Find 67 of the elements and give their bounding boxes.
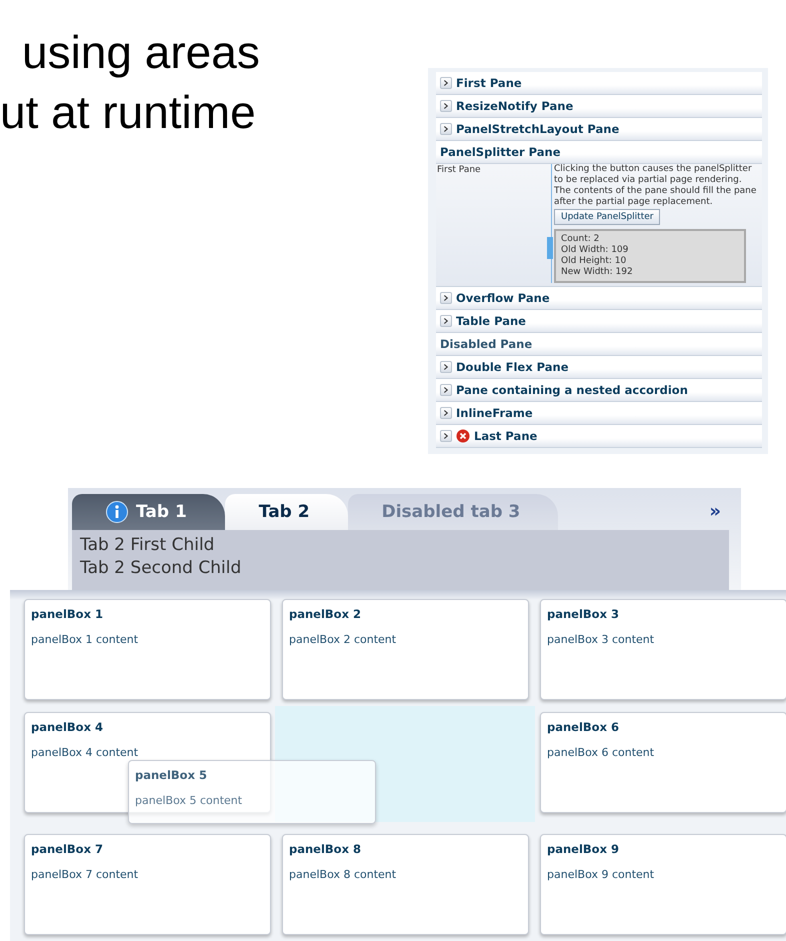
panel-box-content: panelBox 8 content: [289, 867, 398, 884]
expand-icon[interactable]: [440, 361, 452, 373]
pane-title: Last Pane: [474, 429, 538, 443]
expand-icon[interactable]: [440, 407, 452, 419]
panel-box-content: panelBox 6 content: [547, 745, 656, 762]
pane-title: Double Flex Pane: [456, 360, 568, 374]
splitter-handle[interactable]: [547, 237, 553, 259]
expand-icon[interactable]: [440, 100, 452, 112]
slide-heading-line: using areas: [21, 25, 261, 80]
panel-box-title: panelBox 5: [135, 767, 208, 784]
info-line: Old Height: 10: [561, 256, 628, 267]
expand-icon[interactable]: [440, 315, 452, 327]
description-text: Clicking the button causes the panelSplitter to be replaced via partial page rendering. The contents of the pane should fill the pane after the partial page replacement.: [554, 164, 758, 208]
accordion-header[interactable]: Last Pane: [436, 425, 762, 448]
expand-icon[interactable]: [440, 77, 452, 89]
panel-box-title: panelBox 9: [547, 841, 620, 858]
panel-box-title: panelBox 7: [31, 841, 104, 858]
accordion-header[interactable]: PanelSplitter Pane: [436, 141, 762, 164]
panel-box-title: panelBox 6: [547, 719, 620, 736]
pane-title: PanelStretchLayout Pane: [456, 122, 620, 136]
tab: Disabled tab 3: [348, 494, 558, 530]
accordion-header[interactable]: First Pane: [436, 72, 762, 95]
tab[interactable]: Tab 2: [224, 494, 348, 530]
slide-heading-line: ut at runtime: [0, 85, 257, 140]
panel-box-content: panelBox 2 content: [289, 632, 398, 648]
expand-icon[interactable]: [440, 430, 452, 442]
panel-box-content: panelBox 9 content: [547, 867, 656, 884]
pane-title: Overflow Pane: [456, 291, 550, 305]
panel-box-title: panelBox 2: [289, 606, 362, 623]
accordion-header[interactable]: ResizeNotify Pane: [436, 95, 762, 118]
panel-box-content: panelBox 4 content: [31, 745, 140, 762]
pane-title: Pane containing a nested accordion: [456, 383, 688, 397]
panel-box-content: panelBox 7 content: [31, 867, 140, 884]
panel-box-title: panelBox 3: [547, 606, 620, 623]
accordion-header[interactable]: PanelStretchLayout Pane: [436, 118, 762, 141]
expand-icon[interactable]: [440, 292, 452, 304]
pane-title: First Pane: [456, 76, 522, 90]
panel-box-content: panelBox 1 content: [31, 632, 140, 648]
accordion-header[interactable]: Overflow Pane: [436, 287, 762, 310]
expand-icon[interactable]: [440, 123, 452, 135]
update-button[interactable]: Update PanelSplitter: [554, 209, 660, 225]
panel-box-content: panelBox 3 content: [547, 632, 656, 648]
info-line: New Width: 192: [561, 267, 634, 278]
panel-box-title: panelBox 4: [31, 719, 104, 736]
tab[interactable]: Tab 1: [72, 494, 225, 530]
info-line: Count: 2: [561, 234, 600, 245]
tab-child-text: Tab 2 Second Child: [80, 557, 242, 580]
info-line: Old Width: 109: [561, 245, 630, 256]
overflow-button[interactable]: »: [709, 501, 721, 522]
expand-icon[interactable]: [440, 384, 452, 396]
accordion-header[interactable]: Pane containing a nested accordion: [436, 379, 762, 402]
pane-title: PanelSplitter Pane: [440, 145, 561, 159]
dragged-panel-box[interactable]: panelBox 5 panelBox 5 content: [128, 760, 376, 824]
panel-box-content: panelBox 5 content: [135, 793, 244, 810]
pane-title: Table Pane: [456, 314, 526, 328]
accordion-header[interactable]: Table Pane: [436, 310, 762, 333]
splitter-pane-label: First Pane: [437, 165, 481, 175]
pane-title: ResizeNotify Pane: [456, 99, 574, 113]
accordion-header[interactable]: Double Flex Pane: [436, 356, 762, 379]
info-icon: [106, 501, 128, 523]
tab-child-text: Tab 2 First Child: [80, 534, 216, 557]
panel-box-title: panelBox 1: [31, 606, 104, 623]
pane-title: InlineFrame: [456, 406, 533, 420]
accordion-header[interactable]: InlineFrame: [436, 402, 762, 425]
panel-box-title: panelBox 8: [289, 841, 362, 858]
error-icon: [456, 429, 470, 443]
pane-title: Disabled Pane: [440, 337, 532, 351]
